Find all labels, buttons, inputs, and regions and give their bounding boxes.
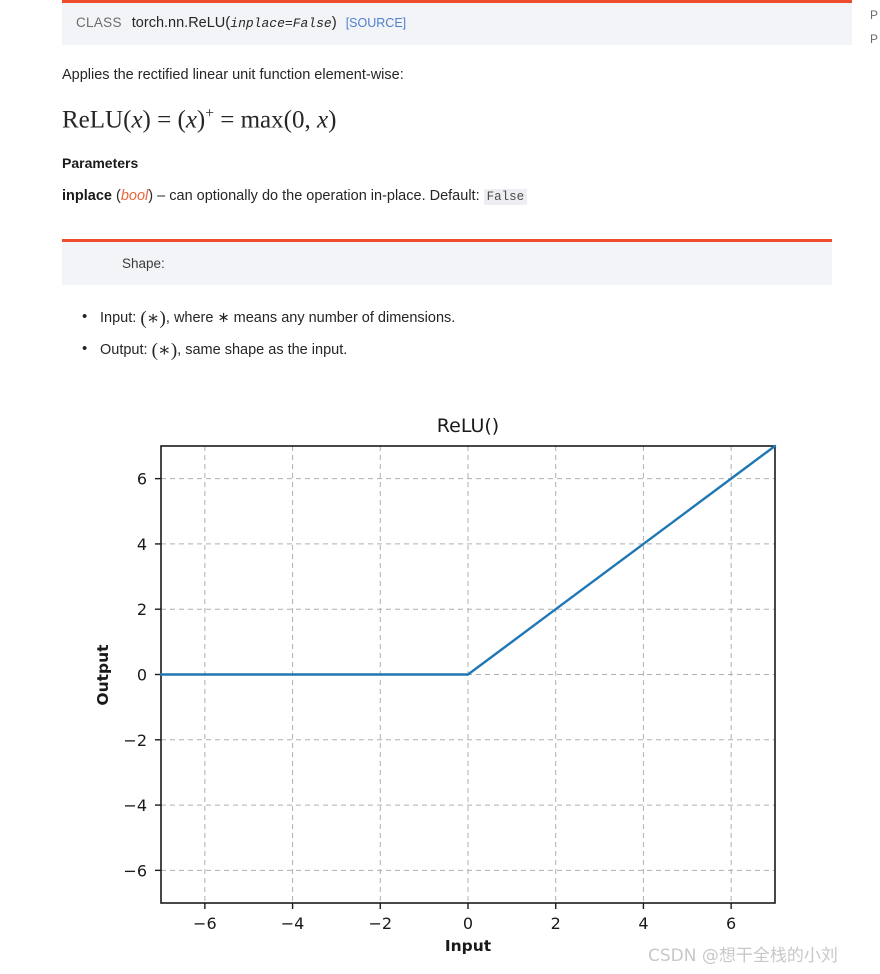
formula-lparen3: ( bbox=[283, 106, 292, 134]
formula-lparen2: ( bbox=[177, 106, 186, 134]
chart-title: ReLU() bbox=[437, 415, 499, 437]
parameter-item-inplace: inplace (bool) – can optionally do the o… bbox=[62, 186, 858, 207]
formula-rparen2: ) bbox=[196, 106, 206, 134]
formula-fn: ReLU bbox=[62, 106, 124, 134]
relu-series-line bbox=[159, 444, 777, 676]
formula-x1: x bbox=[131, 106, 143, 134]
documentation-page: CLASS torch.nn.ReLU(inplace=False) [SOURCE… bbox=[0, 0, 858, 372]
axis-ticks: −6 −4 −2 0 2 4 6 −6 −4 −2 0 2 4 6 bbox=[123, 470, 736, 933]
x-tick-label: 4 bbox=[638, 914, 648, 933]
formula-max: max bbox=[240, 106, 284, 134]
parameter-name: inplace bbox=[62, 188, 112, 205]
y-tick-label: 0 bbox=[137, 666, 147, 685]
x-tick-label: 0 bbox=[463, 914, 473, 933]
parameter-type: bool bbox=[120, 188, 149, 205]
formula-comma: , bbox=[304, 106, 311, 134]
shape-output-suffix: , same shape as the input. bbox=[177, 342, 348, 359]
class-qualified-name: torch.nn.ReLU bbox=[131, 15, 226, 31]
edge-fragment-second: P bbox=[870, 32, 879, 46]
relu-plot-figure: −6 −4 −2 0 2 4 6 −6 −4 −2 0 2 4 6 ReLU() Input Output bbox=[60, 400, 820, 970]
y-tick-label: −4 bbox=[123, 796, 147, 815]
x-tick-label: −4 bbox=[281, 914, 305, 933]
parameter-default-value: False bbox=[483, 189, 528, 206]
class-signature-line: CLASS torch.nn.ReLU(inplace=False) [SOURCE… bbox=[76, 14, 838, 33]
formula-rparen3: ) bbox=[328, 106, 337, 134]
x-tick-label: 2 bbox=[551, 914, 561, 933]
edge-fragment-top: P bbox=[870, 8, 879, 22]
chart-y-axis-label: Output bbox=[94, 644, 112, 706]
doc-body: Applies the rectified linear unit functi… bbox=[62, 65, 838, 171]
y-tick-label: 2 bbox=[137, 600, 147, 619]
shape-output-tensor: (∗) bbox=[151, 340, 178, 362]
shape-input-suffix: , where ∗ means any number of dimensions… bbox=[165, 310, 456, 327]
shape-output-prefix: Output: bbox=[100, 342, 148, 359]
class-keyword: CLASS bbox=[76, 15, 122, 30]
intro-paragraph: Applies the rectified linear unit functi… bbox=[62, 67, 404, 83]
formula-x3: x bbox=[316, 106, 329, 134]
formula-x2: x bbox=[185, 106, 197, 134]
signature-argument: inplace=False bbox=[230, 16, 332, 31]
parameters-heading: Parameters bbox=[62, 155, 139, 172]
x-tick-label: 6 bbox=[726, 914, 736, 933]
shape-input-prefix: Input: bbox=[100, 310, 137, 327]
shape-input-tensor: (∗) bbox=[140, 308, 166, 330]
relu-formula: ReLU(x) = (x)+ = max(0, x) bbox=[62, 99, 838, 135]
y-tick-label: 6 bbox=[137, 470, 147, 489]
parameter-description: can optionally do the operation in-place… bbox=[169, 188, 480, 205]
list-item: Input: (∗), where ∗ means any number of … bbox=[82, 307, 858, 330]
parameter-type-close: ) bbox=[148, 188, 154, 205]
formula-plus-superscript: + bbox=[205, 105, 214, 122]
y-tick-label: 4 bbox=[137, 535, 147, 554]
chart-x-axis-label: Input bbox=[445, 937, 492, 955]
parameter-dash: – bbox=[157, 188, 166, 205]
shape-title: Shape: bbox=[122, 256, 165, 272]
relu-plot-svg: −6 −4 −2 0 2 4 6 −6 −4 −2 0 2 4 6 ReLU() Input Output bbox=[94, 415, 777, 955]
y-tick-label: −2 bbox=[123, 731, 147, 750]
y-tick-label: −6 bbox=[123, 861, 147, 880]
class-signature-box: CLASS torch.nn.ReLU(inplace=False) [SOURCE… bbox=[62, 0, 852, 45]
source-link[interactable]: [SOURCE] bbox=[346, 16, 406, 30]
list-item: Output: (∗), same shape as the input. bbox=[82, 339, 858, 362]
x-tick-label: −6 bbox=[193, 914, 217, 933]
signature-close-paren: ) bbox=[331, 14, 337, 31]
formula-zero: 0 bbox=[291, 106, 305, 134]
shape-list: Input: (∗), where ∗ means any number of … bbox=[0, 307, 858, 362]
formula-rparen: ) bbox=[142, 106, 151, 134]
formula-eq2: = bbox=[220, 106, 235, 134]
formula-eq1: = bbox=[157, 106, 172, 134]
csdn-watermark: CSDN @想干全栈的小刘 bbox=[648, 946, 838, 966]
x-tick-label: −2 bbox=[368, 914, 392, 933]
shape-admonition: Shape: bbox=[62, 239, 832, 286]
